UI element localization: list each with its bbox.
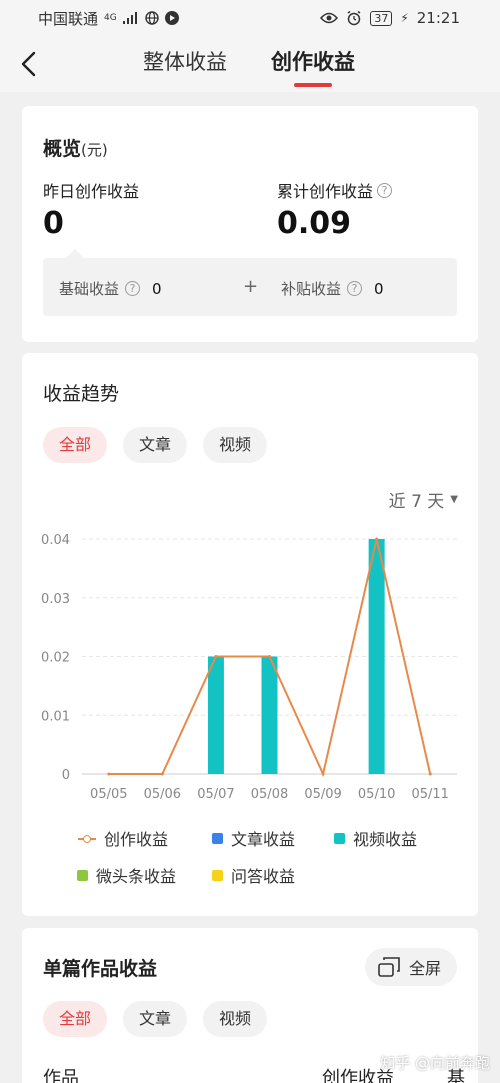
bar [261,656,278,774]
fullscreen-icon [378,957,400,977]
breakdown-pointer [66,249,84,258]
legend-item-video[interactable]: 视频收益 [334,826,417,850]
bar [368,539,385,774]
bar [207,656,224,774]
fullscreen-button[interactable]: 全屏 [364,948,457,986]
trend-title: 收益趋势 [43,383,120,405]
status-bar: 中国联通 4G 37 ⚡ 21:21 [0,0,500,36]
fullscreen-label: 全屏 [408,959,441,978]
trend-filter-article[interactable]: 文章 [123,427,188,463]
earnings-breakdown: 基础收益 ? 0 + 补贴收益 ? 0 [43,258,457,316]
legend-label: 文章收益 [231,830,296,849]
date-range-label: 近 7 天 [388,492,445,512]
x-tick-label: 05/05 [90,787,127,802]
globe-icon [145,11,159,25]
works-filter-video[interactable]: 视频 [203,1001,268,1037]
total-earnings-value: 0.09 [277,206,352,241]
y-tick-label: 0.02 [41,651,70,666]
y-tick-label: 0.04 [41,533,70,548]
legend-label: 创作收益 [104,830,169,849]
line-point [428,772,432,776]
works-title: 单篇作品收益 [43,958,158,980]
legend-label: 问答收益 [231,867,296,886]
legend-swatch-icon [212,832,223,844]
status-right: 37 ⚡ 21:21 [320,9,460,27]
legend-line-marker-icon [78,833,96,844]
line-point [268,655,271,658]
total-earnings-label-text: 累计创作收益 [277,182,374,201]
subsidy-earnings: 补贴收益 ? 0 [281,278,384,299]
tab-creation-earnings[interactable]: 创作收益 [271,46,355,76]
legend-label: 微头条收益 [96,867,177,886]
y-tick-label: 0.03 [41,592,70,607]
subsidy-earnings-value: 0 [374,279,384,298]
legend-swatch-icon [77,869,88,881]
line-point [214,655,218,658]
line-point [107,772,111,776]
base-earnings-value: 0 [152,279,162,298]
overview-title: 概览(元) [43,134,108,161]
yesterday-earnings-label: 昨日创作收益 [43,182,140,201]
trend-chart: 0 0.01 0.02 0.03 0.04 05/05 05/06 05/07 05/08 05/… [41,533,457,802]
subsidy-earnings-label: 补贴收益 [281,280,342,298]
plus-sign: + [243,276,259,297]
help-icon[interactable]: ? [125,281,141,296]
x-tick-label: 05/09 [304,787,341,802]
works-filter-article[interactable]: 文章 [123,1001,188,1037]
base-earnings: 基础收益 ? 0 [59,278,162,299]
back-arrow-icon[interactable] [16,48,44,80]
alarm-icon [347,10,361,26]
trend-filter-all[interactable]: 全部 [43,427,108,463]
charging-icon: ⚡ [400,11,409,25]
watermark: 知乎 @向前奔跑 [380,1054,490,1072]
active-tab-indicator [294,83,332,87]
tab-overall-earnings[interactable]: 整体收益 [143,46,227,76]
line-point [321,772,325,776]
line-point [160,772,164,776]
help-icon[interactable]: ? [377,182,393,198]
overview-unit: (元) [81,141,108,159]
x-tick-label: 05/06 [144,787,181,802]
y-tick-label: 0.01 [41,709,70,724]
carrier-label: 中国联通 [38,9,99,28]
column-header-work[interactable]: 作品 [43,1064,79,1083]
base-earnings-label: 基础收益 [59,280,120,298]
legend-item-article[interactable]: 文章收益 [212,826,295,850]
legend-label: 视频收益 [353,830,418,849]
top-nav: 整体收益 创作收益 [0,36,500,92]
clock: 21:21 [416,9,460,27]
legend-item-creation[interactable]: 创作收益 [78,826,168,850]
signal-icon [122,12,137,24]
x-tick-label: 05/07 [197,787,234,802]
status-left: 中国联通 4G [38,8,179,29]
battery-level: 37 [370,10,393,26]
date-range-select[interactable]: 近 7 天 ▼ [389,487,458,512]
legend-item-qa[interactable]: 问答收益 [212,863,295,887]
x-tick-label: 05/11 [411,787,448,802]
overview-card: 概览(元) 昨日创作收益 累计创作收益 ? 0 0.09 基础收益 ? 0 + … [22,106,478,342]
help-icon[interactable]: ? [347,281,363,296]
app-notification-icon [164,11,179,25]
trend-card: 收益趋势 全部 文章 视频 近 7 天 ▼ 0 0.01 0.02 0.03 0.04 0… [22,353,478,916]
x-tick-label: 05/08 [251,787,288,802]
network-label: 4G [104,13,117,23]
legend-swatch-icon [334,832,345,844]
total-earnings-label: 累计创作收益 ? [277,178,393,202]
caret-down-icon: ▼ [450,494,458,505]
trend-filter-video[interactable]: 视频 [203,427,268,463]
legend-swatch-icon [212,869,223,881]
overview-title-text: 概览 [43,138,82,160]
x-tick-label: 05/10 [358,787,395,802]
works-filter-all[interactable]: 全部 [43,1001,108,1037]
eye-icon [320,12,339,24]
legend-item-microtoutiao[interactable]: 微头条收益 [77,863,176,887]
line-point [375,537,379,541]
y-tick-label: 0 [62,768,70,783]
yesterday-earnings-value: 0 [43,206,64,241]
